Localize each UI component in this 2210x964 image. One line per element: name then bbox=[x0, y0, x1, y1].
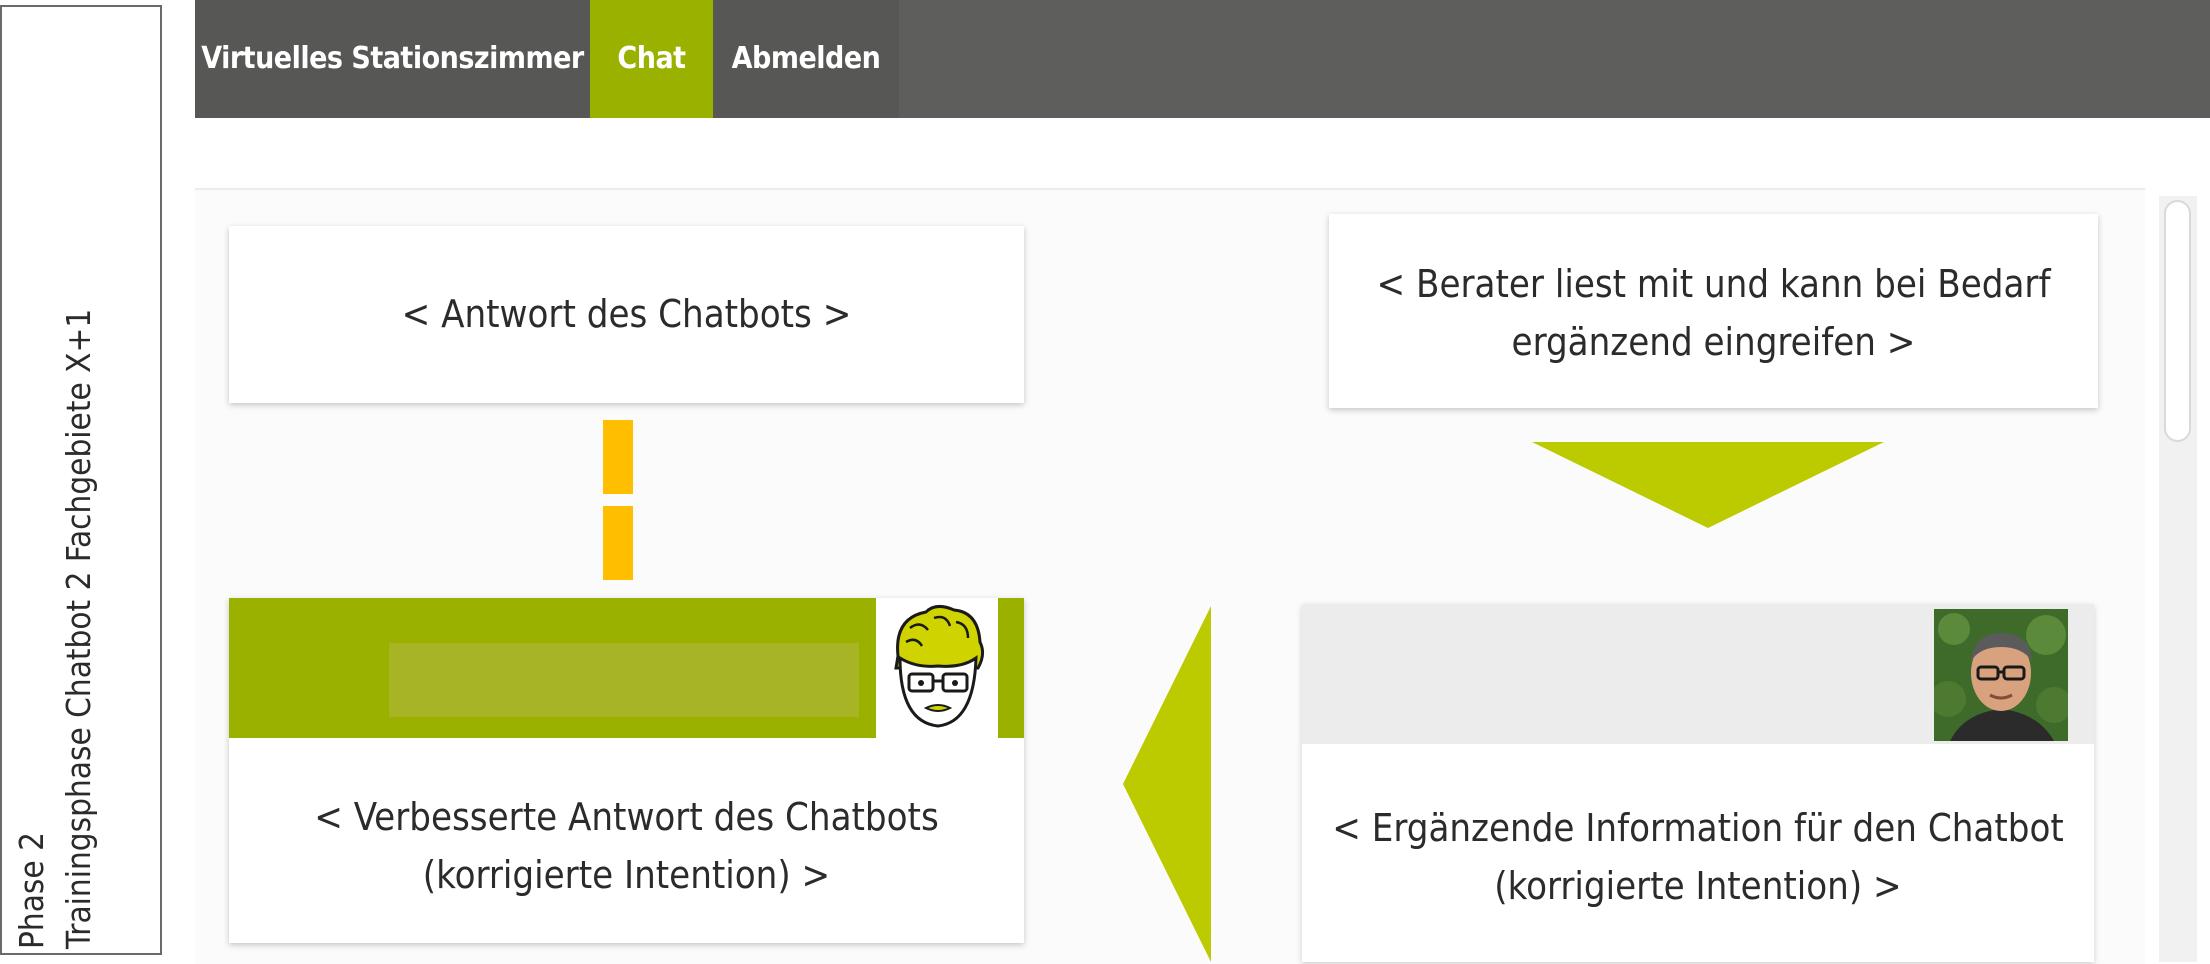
improved-answer-text: < Verbesserte Antwort des Chatbots (korr… bbox=[229, 788, 1024, 904]
phase-label-box: Phase 2 Trainingsphase Chatbot 2 Fachgeb… bbox=[0, 5, 162, 955]
nav-chat[interactable]: Chat bbox=[590, 0, 713, 118]
supplement-card: < Ergänzende Information für den Chatbot… bbox=[1302, 604, 2094, 962]
scrollbar-thumb[interactable] bbox=[2164, 200, 2191, 442]
chatbot-answer-text: < Antwort des Chatbots > bbox=[401, 292, 852, 336]
top-nav: Virtuelles Stationszimmer Chat Abmelden bbox=[195, 0, 2210, 118]
supplement-line2: (korrigierte Intention) > bbox=[1494, 864, 1902, 908]
phase-label-line1: Phase 2 bbox=[12, 832, 51, 949]
advisor-text-line1: < Berater liest mit und kann bei Bedarf bbox=[1376, 262, 2051, 306]
advisor-text: < Berater liest mit und kann bei Bedarf … bbox=[1329, 255, 2098, 371]
header-highlight bbox=[389, 643, 859, 717]
chatbot-avatar-icon bbox=[894, 605, 985, 728]
arrow-down-icon bbox=[1532, 442, 1884, 528]
nav-logout[interactable]: Abmelden bbox=[713, 0, 899, 118]
nav-virtual-station-room[interactable]: Virtuelles Stationszimmer bbox=[195, 0, 590, 118]
phase-label-line2: Trainingsphase Chatbot 2 Fachgebiete X+1 bbox=[59, 308, 98, 949]
arrow-left-icon bbox=[1123, 606, 1211, 962]
supplement-text: < Ergänzende Information für den Chatbot… bbox=[1302, 799, 2094, 915]
improved-answer-line1: < Verbesserte Antwort des Chatbots bbox=[314, 795, 939, 839]
supplement-header bbox=[1302, 604, 2094, 744]
advisor-text-line2: ergänzend eingreifen > bbox=[1511, 320, 1916, 364]
advisor-photo bbox=[1934, 609, 2068, 741]
connector-dash-bottom bbox=[603, 506, 633, 580]
improved-answer-card: < Verbesserte Antwort des Chatbots (korr… bbox=[229, 598, 1024, 943]
nav-filler bbox=[899, 0, 2210, 118]
supplement-line1: < Ergänzende Information für den Chatbot bbox=[1332, 806, 2064, 850]
advisor-card: < Berater liest mit und kann bei Bedarf … bbox=[1329, 214, 2098, 408]
improved-answer-line2: (korrigierte Intention) > bbox=[422, 853, 831, 897]
phase-label: Phase 2 Trainingsphase Chatbot 2 Fachgeb… bbox=[8, 19, 102, 949]
connector-dash-top bbox=[603, 420, 633, 494]
chatbot-avatar bbox=[876, 598, 998, 738]
improved-answer-header bbox=[229, 598, 1024, 738]
advisor-photo-icon bbox=[1934, 609, 2068, 741]
chatbot-answer-card: < Antwort des Chatbots > bbox=[229, 226, 1024, 403]
